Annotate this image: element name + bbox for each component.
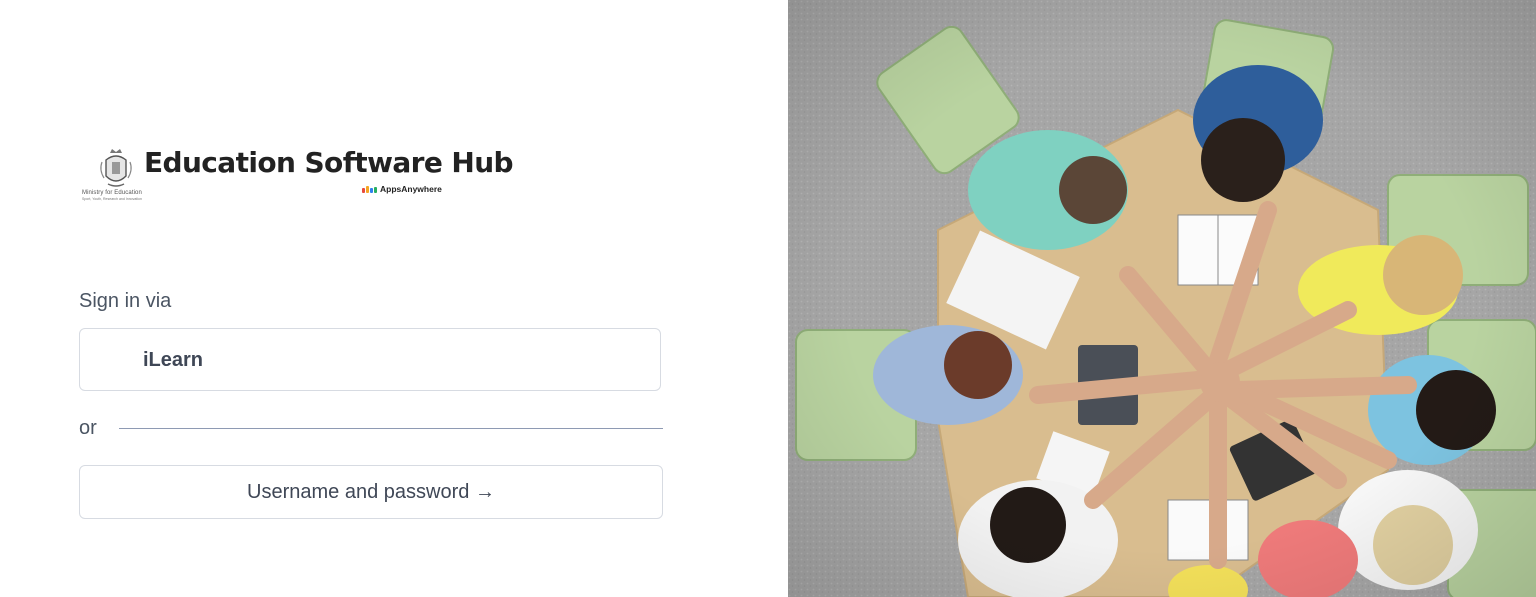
username-password-button[interactable]: Username and password →: [79, 465, 663, 519]
photo-vignette: [788, 0, 1536, 597]
login-panel: Ministry for Education Sport, Youth, Res…: [0, 0, 788, 597]
hub-title: Education Software Hub: [144, 146, 514, 179]
appsanywhere-label: AppsAnywhere: [380, 184, 442, 194]
login-page: Ministry for Education Sport, Youth, Res…: [0, 0, 1536, 597]
divider-line: [119, 428, 663, 429]
ministry-crest-icon: [100, 149, 132, 187]
ilearn-button-label: iLearn: [143, 349, 204, 371]
sign-in-via-label: Sign in via: [79, 290, 172, 312]
appsanywhere-icon: [362, 185, 377, 193]
ministry-name: Ministry for Education: [82, 190, 142, 196]
hero-image: [788, 0, 1536, 597]
ministry-subtitle: Sport, Youth, Research and Innovation: [82, 197, 142, 201]
appsanywhere-brand: AppsAnywhere: [362, 184, 442, 194]
or-divider: or: [79, 417, 663, 441]
education-software-hub-logo: Ministry for Education Sport, Youth, Res…: [80, 146, 514, 206]
username-password-label: Username and password →: [247, 480, 495, 503]
or-label: or: [79, 417, 97, 439]
team-hands-photo: [788, 0, 1536, 597]
ilearn-sign-in-button[interactable]: iLearn: [79, 328, 661, 391]
